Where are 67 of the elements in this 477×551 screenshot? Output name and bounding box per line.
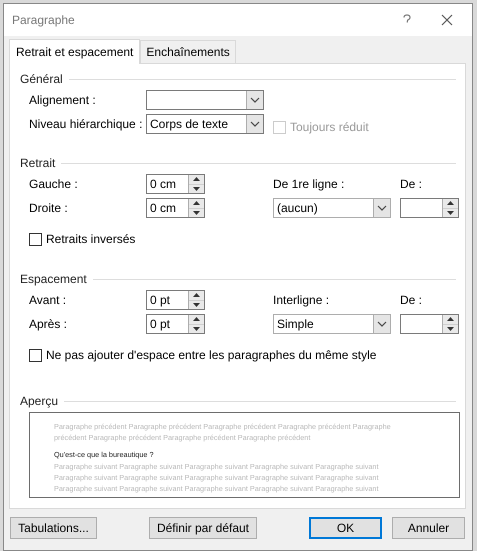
dropdown-value: Corps de texte [149, 116, 230, 133]
field-label: Alignement : [29, 93, 96, 107]
checkbox-label: Toujours réduit [290, 120, 369, 134]
close-icon [441, 14, 453, 26]
spin-up-button[interactable] [189, 315, 204, 324]
up-triangle-icon [193, 201, 200, 206]
down-triangle-icon [193, 210, 200, 215]
spin-field[interactable]: 0 pt [146, 290, 205, 310]
spin-field[interactable] [400, 198, 459, 218]
field-label: De : [400, 293, 422, 307]
up-triangle-icon [447, 201, 454, 206]
field-label: Après : [29, 317, 68, 331]
field-label: Avant : [29, 293, 66, 307]
chevron-down-icon [250, 121, 260, 127]
down-triangle-icon [193, 186, 200, 191]
dropdown[interactable]: (aucun) [273, 198, 391, 218]
spin-up-button[interactable] [189, 291, 204, 300]
button[interactable]: OK [309, 517, 382, 539]
spin-up-button[interactable] [189, 175, 204, 184]
dropdown-value: (aucun) [276, 200, 319, 217]
spin-value: 0 pt [149, 292, 172, 309]
dropdown[interactable]: Corps de texte [146, 114, 264, 134]
dropdown[interactable]: Simple [273, 314, 391, 334]
section-heading: Aperçu [20, 394, 58, 408]
field-label: Interligne : [273, 293, 330, 307]
spin-field[interactable]: 0 cm [146, 198, 205, 218]
field-label: Gauche : [29, 177, 78, 191]
spin-field[interactable]: 0 cm [146, 174, 205, 194]
tab[interactable]: Enchaînements [140, 40, 236, 63]
button[interactable]: Définir par défaut [149, 517, 257, 539]
down-triangle-icon [193, 302, 200, 307]
up-triangle-icon [193, 177, 200, 182]
tab[interactable]: Retrait et espacement [9, 39, 140, 64]
down-triangle-icon [193, 326, 200, 331]
spin-up-button[interactable] [443, 315, 458, 324]
spin-value: 0 cm [149, 200, 178, 217]
button[interactable]: Annuler [392, 517, 465, 539]
field-label: Niveau hiérarchique : [29, 117, 142, 131]
spin-up-button[interactable] [189, 199, 204, 208]
checkbox-label: Retraits inversés [46, 232, 136, 246]
field-label: De : [400, 177, 422, 191]
spin-value: 0 pt [149, 316, 172, 333]
close-button[interactable] [440, 13, 454, 27]
button[interactable]: Tabulations... [10, 517, 97, 539]
checkbox[interactable] [29, 232, 42, 246]
spin-field[interactable] [400, 314, 459, 334]
down-triangle-icon [447, 210, 454, 215]
section-heading: Retrait [20, 156, 56, 170]
chevron-down-icon [377, 205, 387, 211]
dropdown[interactable] [146, 90, 264, 110]
down-triangle-icon [447, 326, 454, 331]
up-triangle-icon [193, 293, 200, 298]
chevron-down-icon [377, 321, 387, 327]
spin-up-button[interactable] [443, 199, 458, 208]
window-title: Paragraphe [12, 13, 76, 27]
up-triangle-icon [447, 317, 454, 322]
section-heading: Général [20, 72, 63, 86]
spin-field[interactable]: 0 pt [146, 314, 205, 334]
section-heading: Espacement [20, 272, 87, 286]
dropdown-value: Simple [276, 316, 315, 333]
field-label: De 1re ligne : [273, 177, 344, 191]
checkbox-label: Ne pas ajouter d'espace entre les paragraphes du même style [46, 348, 376, 362]
field-label: Droite : [29, 201, 68, 215]
chevron-down-icon [250, 97, 260, 103]
spin-value: 0 cm [149, 176, 178, 193]
up-triangle-icon [193, 317, 200, 322]
checkbox[interactable] [29, 348, 42, 362]
